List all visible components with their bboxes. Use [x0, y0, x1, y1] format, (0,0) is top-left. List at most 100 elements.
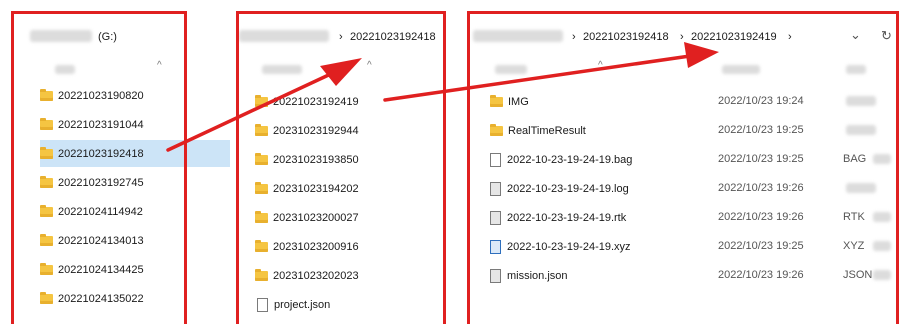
modified-date: 2022/10/23 19:24: [718, 95, 804, 107]
folder-icon: [255, 94, 268, 107]
folder-icon: [40, 146, 53, 159]
file-icon: [490, 239, 501, 254]
folder-icon: [40, 204, 53, 217]
folder-row[interactable]: 20221023192418: [40, 140, 230, 167]
folder-icon: [40, 291, 53, 304]
file-icon: [490, 152, 501, 167]
blurred-type: [846, 125, 876, 135]
modified-date: 2022/10/23 19:25: [718, 153, 804, 165]
breadcrumb-item[interactable]: 20221023192418: [583, 31, 669, 43]
folder-icon: [255, 181, 268, 194]
folder-row[interactable]: 20221023191044: [40, 111, 230, 138]
folder-row[interactable]: 20221024134425: [40, 256, 230, 283]
item-name: 20221023190820: [58, 89, 144, 102]
folder-row[interactable]: 20221024134013: [40, 227, 230, 254]
folder-icon: [490, 94, 503, 107]
breadcrumb-item[interactable]: 20221023192418: [350, 31, 436, 43]
address-bar[interactable]: (G:): [0, 0, 230, 58]
blurred-header-date: [722, 65, 760, 74]
folder-icon: [40, 117, 53, 130]
address-bar[interactable]: › 20221023192418 › 20221023192419 › ⌄ ↻: [468, 0, 905, 58]
item-name: 2022-10-23-19-24-19.xyz: [507, 240, 631, 253]
blurred-header-type: [846, 65, 866, 74]
file-row[interactable]: 2022-10-23-19-24-19.xyz: [490, 233, 710, 260]
column-header[interactable]: ^: [0, 58, 230, 80]
address-bar[interactable]: › 20221023192418: [237, 0, 462, 58]
item-name: 20221024134013: [58, 234, 144, 247]
item-name: 20221023192745: [58, 176, 144, 189]
item-name: 20221024135022: [58, 292, 144, 305]
sort-up-icon: ^: [598, 60, 603, 71]
item-name: IMG: [508, 95, 529, 108]
folder-row[interactable]: 20221023190820: [40, 82, 230, 109]
folder-row[interactable]: 20231023194202: [255, 175, 445, 202]
folder-row[interactable]: 20221024114942: [40, 198, 230, 225]
blurred-header-name: [495, 65, 527, 74]
folder-row[interactable]: 20221023192745: [40, 169, 230, 196]
folder-row[interactable]: 20231023193850: [255, 146, 445, 173]
breadcrumb-item[interactable]: 20221023192419: [691, 31, 777, 43]
blurred-type: [873, 154, 891, 164]
drive-label: (G:): [98, 31, 117, 43]
folder-icon: [40, 262, 53, 275]
file-row[interactable]: project.json: [257, 291, 447, 318]
folder-row[interactable]: 20221024135022: [40, 285, 230, 312]
modified-date: 2022/10/23 19:26: [718, 269, 804, 281]
folder-row[interactable]: 20231023192944: [255, 117, 445, 144]
blurred-header: [262, 65, 302, 74]
item-name: 2022-10-23-19-24-19.rtk: [507, 211, 627, 224]
file-icon: [257, 297, 268, 312]
item-name: 20231023192944: [273, 124, 359, 137]
folder-row[interactable]: IMG: [490, 88, 710, 115]
folder-icon: [40, 175, 53, 188]
folder-icon: [40, 233, 53, 246]
blurred-path: [473, 30, 563, 42]
refresh-icon[interactable]: ↻: [881, 28, 892, 44]
modified-date: 2022/10/23 19:26: [718, 182, 804, 194]
item-name: 20221023192419: [273, 95, 359, 108]
file-row[interactable]: 2022-10-23-19-24-19.bag: [490, 146, 710, 173]
breadcrumb-chevron-icon: ›: [680, 31, 684, 43]
item-name: 20231023194202: [273, 182, 359, 195]
file-type: JSON: [843, 269, 873, 281]
item-name: 20221024114942: [58, 205, 143, 218]
file-icon: [490, 268, 501, 283]
item-name: mission.json: [507, 269, 568, 282]
folder-icon: [490, 123, 503, 136]
folder-row[interactable]: 20231023202023: [255, 262, 445, 289]
pane-mission: › 20221023192418 › 20221023192419 › ⌄ ↻ …: [468, 0, 905, 324]
file-type: RTK: [843, 211, 865, 223]
item-name: 20231023200916: [273, 240, 359, 253]
blurred-type: [846, 183, 876, 193]
pane-session: › 20221023192418 ^ 20221023192419 2023102…: [237, 0, 462, 324]
blurred-path: [239, 30, 329, 42]
sort-up-icon: ^: [157, 60, 162, 71]
modified-date: 2022/10/23 19:25: [718, 124, 804, 136]
dropdown-chevron-icon[interactable]: ⌄: [850, 27, 861, 43]
modified-date: 2022/10/23 19:26: [718, 211, 804, 223]
folder-icon: [40, 88, 53, 101]
column-header[interactable]: ^: [468, 58, 905, 80]
file-type: BAG: [843, 153, 867, 165]
blurred-path: [30, 30, 92, 42]
folder-row[interactable]: 20231023200027: [255, 204, 445, 231]
item-name: 20221024134425: [58, 263, 144, 276]
folder-icon: [255, 152, 268, 165]
folder-icon: [255, 239, 268, 252]
folder-icon: [255, 268, 268, 281]
blurred-type: [846, 96, 876, 106]
item-name: 20231023193850: [273, 153, 359, 166]
file-row[interactable]: 2022-10-23-19-24-19.log: [490, 175, 710, 202]
file-row[interactable]: mission.json: [490, 262, 710, 289]
modified-date: 2022/10/23 19:25: [718, 240, 804, 252]
file-row[interactable]: 2022-10-23-19-24-19.rtk: [490, 204, 710, 231]
folder-row[interactable]: 20221023192419: [255, 88, 445, 115]
breadcrumb-chevron-icon: ›: [572, 31, 576, 43]
blurred-type: [873, 270, 891, 280]
pane-drive: (G:) ^ 20221023190820 20221023191044 20221…: [0, 0, 230, 324]
folder-icon: [255, 210, 268, 223]
column-header[interactable]: ^: [237, 58, 462, 80]
folder-row[interactable]: 20231023200916: [255, 233, 445, 260]
breadcrumb-chevron-icon: ›: [339, 31, 343, 43]
folder-row[interactable]: RealTimeResult: [490, 117, 710, 144]
